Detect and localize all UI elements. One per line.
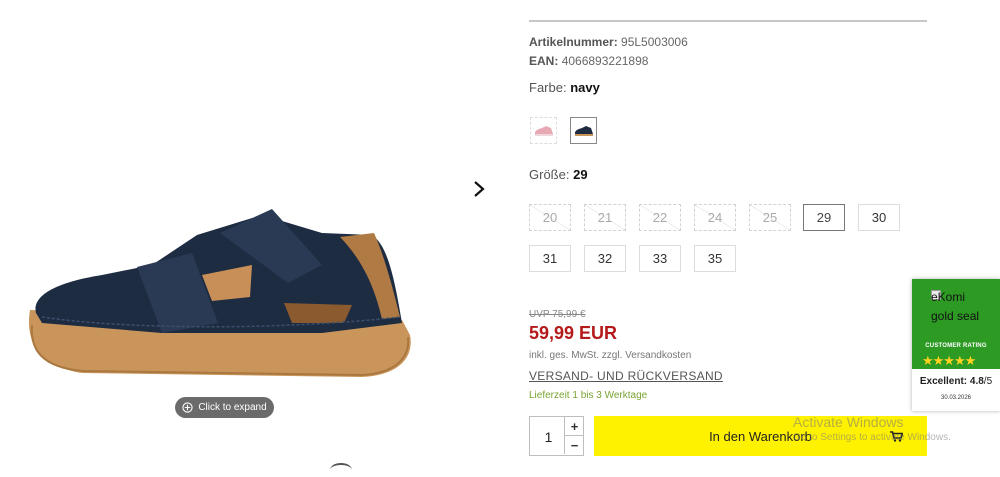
quantity-decrease-button[interactable]: − (564, 436, 584, 454)
original-price: UVP 75,99 € (529, 309, 586, 320)
size-label: Größe: (529, 167, 570, 182)
windows-activation-subtitle: Go to Settings to activate Windows. (793, 432, 951, 443)
size-option-22[interactable]: 22 (639, 204, 681, 231)
shoe-thumbnail-pink-icon (534, 125, 553, 136)
article-number-value: 95L5003006 (621, 35, 688, 49)
quantity-increase-button[interactable]: + (564, 417, 584, 436)
color-swatch-navy[interactable] (570, 117, 597, 144)
article-number: Artikelnummer: 95L5003006 (529, 35, 688, 49)
size-option-30[interactable]: 30 (858, 204, 900, 231)
product-gallery: Click to expand (0, 0, 485, 469)
color-selection: Farbe: navy (529, 80, 600, 95)
size-selection: Größe: 29 (529, 167, 588, 182)
quantity-stepper: + − (529, 416, 584, 457)
article-number-label: Artikelnummer: (529, 35, 618, 49)
current-price: 59,99 EUR (529, 323, 618, 343)
ekomi-rating-label: CUSTOMER RATING (925, 343, 987, 349)
color-value: navy (570, 80, 600, 95)
ekomi-score-value: 4.8 (969, 376, 984, 387)
quantity-input[interactable] (530, 417, 567, 457)
shoe-thumbnail-navy-icon (574, 125, 593, 136)
color-swatch-pink[interactable] (530, 117, 557, 144)
expand-label: Click to expand (198, 402, 267, 413)
size-option-25[interactable]: 25 (749, 204, 791, 231)
delivery-time: Lieferzeit 1 bis 3 Werktage (529, 390, 648, 401)
ekomi-widget[interactable]: eKomi gold seal CUSTOMER RATING ★★★★★ Ex… (912, 279, 1000, 411)
size-option-29[interactable]: 29 (803, 204, 845, 231)
ean-label: EAN: (529, 54, 559, 68)
size-option-31[interactable]: 31 (529, 245, 571, 272)
shipping-link[interactable]: VERSAND- UND RÜCKVERSAND (529, 369, 723, 383)
star-rating-icon: ★★★★★ (922, 353, 976, 368)
product-image[interactable] (22, 205, 417, 390)
size-option-21[interactable]: 21 (584, 204, 626, 231)
size-option-32[interactable]: 32 (584, 245, 626, 272)
divider (529, 20, 927, 22)
size-option-20[interactable]: 20 (529, 204, 571, 231)
thumbnail-indicator (330, 463, 352, 477)
expand-image-button[interactable]: Click to expand (175, 397, 274, 418)
ean-value: 4066893221898 (561, 54, 649, 68)
size-option-35[interactable]: 35 (694, 245, 736, 272)
expand-icon (182, 402, 193, 413)
ekomi-score: Excellent: 4.8/5 (912, 376, 1000, 387)
size-option-33[interactable]: 33 (639, 245, 681, 272)
ekomi-seal-alt-text: eKomi gold seal (931, 290, 980, 323)
size-value: 29 (573, 167, 588, 182)
tax-note: inkl. ges. MwSt. zzgl. Versandkosten (529, 350, 692, 361)
ekomi-seal-area: eKomi gold seal CUSTOMER RATING ★★★★★ (912, 279, 1000, 369)
ekomi-score-max: /5 (983, 376, 993, 387)
windows-activation-title: Activate Windows (793, 414, 904, 430)
chevron-right-icon[interactable] (470, 178, 488, 200)
ean: EAN: 4066893221898 (529, 54, 648, 68)
ekomi-score-label: Excellent: (919, 376, 968, 387)
size-option-24[interactable]: 24 (694, 204, 736, 231)
ekomi-date: 30.03.2026 (940, 395, 972, 401)
color-label: Farbe: (529, 80, 567, 95)
